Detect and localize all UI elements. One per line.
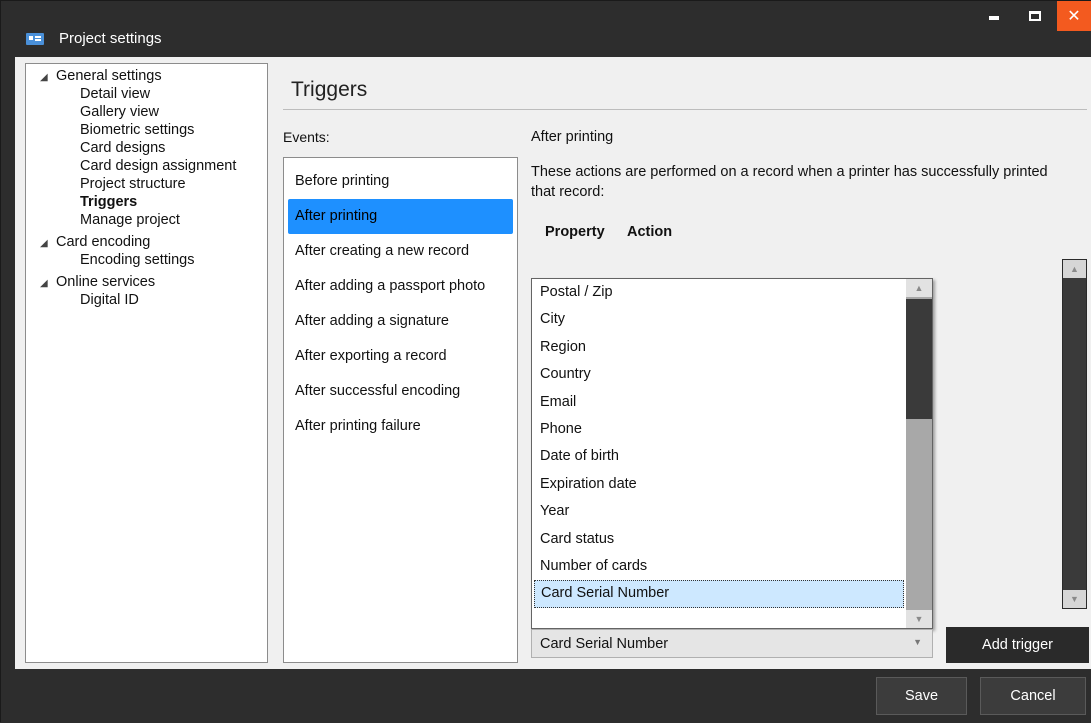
- expand-arrow-icon[interactable]: ◢: [40, 275, 56, 292]
- dropdown-option[interactable]: Number of cards: [532, 553, 905, 580]
- title-bar: Project settings ✕: [1, 1, 1091, 57]
- dropdown-option[interactable]: Card Serial Number: [534, 580, 904, 608]
- dropdown-option[interactable]: City: [532, 306, 905, 333]
- property-select[interactable]: Card Serial Number ▼: [531, 629, 933, 658]
- tree-item-label: Triggers: [80, 194, 138, 210]
- trigger-grid-scrollbar[interactable]: ▲ ▼: [1062, 259, 1087, 609]
- event-list-item[interactable]: Before printing: [288, 164, 513, 199]
- cancel-button[interactable]: Cancel: [980, 677, 1086, 715]
- dropdown-option[interactable]: Country: [532, 361, 905, 388]
- dropdown-option[interactable]: Phone: [532, 416, 905, 443]
- expand-arrow-icon[interactable]: ◢: [40, 69, 56, 86]
- tree-item[interactable]: Digital ID: [26, 292, 267, 314]
- expand-arrow-icon[interactable]: ◢: [40, 235, 56, 252]
- event-list-item[interactable]: After printing failure: [288, 409, 513, 444]
- page-title: Triggers: [291, 78, 368, 101]
- tree-item-label: Encoding settings: [80, 252, 195, 268]
- tree-item-label: Project structure: [80, 176, 186, 192]
- event-list-item[interactable]: After adding a signature: [288, 304, 513, 339]
- close-icon: ✕: [1067, 8, 1081, 25]
- property-column-header: Property: [545, 224, 605, 240]
- minimize-icon: [989, 16, 999, 20]
- dropdown-scrollbar[interactable]: ▲ ▼: [906, 279, 932, 628]
- event-list-item[interactable]: After printing: [288, 199, 513, 234]
- dropdown-option[interactable]: Email: [532, 389, 905, 416]
- title-divider: [283, 109, 1087, 110]
- tree-item-label: Detail view: [80, 86, 151, 102]
- project-settings-window: Project settings ✕ ◢ General settings Deta…: [0, 0, 1091, 723]
- tree-item-label: Manage project: [80, 212, 180, 228]
- maximize-icon: [1029, 11, 1041, 21]
- dropdown-option[interactable]: Region: [532, 334, 905, 361]
- tree-item-label: Card design assignment: [80, 158, 237, 174]
- dropdown-option[interactable]: Card status: [532, 526, 905, 553]
- settings-content: ◢ General settings Detail view Gallery view…: [15, 57, 1091, 669]
- minimize-button[interactable]: [977, 1, 1011, 31]
- close-button[interactable]: ✕: [1057, 1, 1091, 31]
- tree-item-label: Digital ID: [80, 292, 139, 308]
- property-dropdown-list: Postal / Zip City Region Country Email Phone D…: [531, 278, 933, 629]
- window-title: Project settings: [59, 30, 162, 47]
- event-list-item[interactable]: After successful encoding: [288, 374, 513, 409]
- event-detail-title: After printing: [531, 129, 614, 145]
- tree-item-label: Card encoding: [56, 234, 151, 250]
- scroll-down-icon[interactable]: ▼: [1063, 590, 1086, 608]
- scroll-down-icon[interactable]: ▼: [906, 610, 932, 628]
- settings-tree: ◢ General settings Detail view Gallery view…: [25, 63, 268, 663]
- event-list-item[interactable]: After creating a new record: [288, 234, 513, 269]
- dropdown-option[interactable]: Postal / Zip: [532, 279, 905, 306]
- events-list: Before printing After printing After creat…: [283, 157, 518, 663]
- tree-item-label: Online services: [56, 274, 156, 290]
- id-card-icon: [26, 33, 44, 45]
- property-select-value: Card Serial Number: [540, 636, 669, 652]
- dropdown-option[interactable]: Expiration date: [532, 471, 905, 498]
- maximize-button[interactable]: [1018, 1, 1052, 31]
- scrollbar-thumb[interactable]: [906, 299, 932, 419]
- tree-item-label: Biometric settings: [80, 122, 195, 138]
- scroll-up-icon[interactable]: ▲: [906, 279, 932, 297]
- dropdown-option[interactable]: Year: [532, 498, 905, 525]
- event-list-item[interactable]: After adding a passport photo: [288, 269, 513, 304]
- tree-item-label: General settings: [56, 68, 162, 84]
- events-label: Events:: [283, 129, 330, 145]
- tree-item-label: Card designs: [80, 140, 166, 156]
- add-trigger-button[interactable]: Add trigger: [946, 627, 1089, 663]
- dialog-footer: Save Cancel: [1, 669, 1091, 723]
- event-list-item[interactable]: After exporting a record: [288, 339, 513, 374]
- tree-item[interactable]: Manage project: [26, 212, 267, 234]
- scroll-up-icon[interactable]: ▲: [1063, 260, 1086, 278]
- tree-item-label: Gallery view: [80, 104, 159, 120]
- event-detail-description: These actions are performed on a record …: [531, 164, 1048, 200]
- save-button[interactable]: Save: [876, 677, 967, 715]
- chevron-down-icon: ▼: [913, 637, 922, 647]
- action-column-header: Action: [627, 224, 673, 240]
- dropdown-option[interactable]: Date of birth: [532, 443, 905, 470]
- tree-item[interactable]: Encoding settings: [26, 252, 267, 274]
